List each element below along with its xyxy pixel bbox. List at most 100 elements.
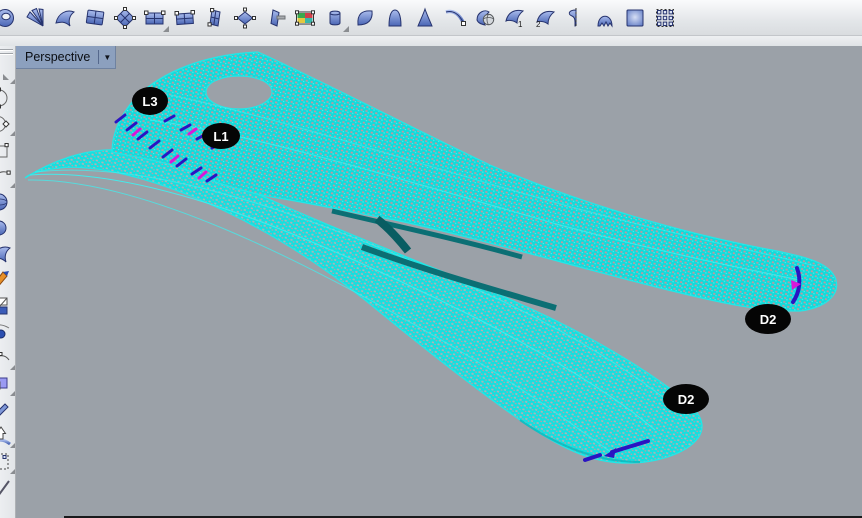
torus-icon [0,6,17,30]
toolbar-smooth-patch-button[interactable] [622,4,648,32]
plane-vertical-icon [203,6,227,30]
sidebar-ball-tool-button[interactable] [0,215,16,241]
toolbar-cone-loft-button[interactable] [412,4,438,32]
toolbar-extrude-curve-button[interactable] [352,4,378,32]
toolbar-corner-surface-button[interactable] [82,4,108,32]
svg-text:D2: D2 [760,312,777,327]
sphere-tool-icon [0,190,13,214]
toolbar-heightfield-image-button[interactable] [292,4,318,32]
top-toolbar [0,0,862,36]
viewport-title[interactable]: Perspective [16,50,98,64]
rectangle-tool-icon [0,138,13,162]
heightfield-image-icon [293,6,317,30]
svg-text:L3: L3 [142,94,157,109]
patch-tool-icon [0,242,13,266]
toolbar-plane-3pt-button[interactable] [172,4,198,32]
toolbar-revolve-button[interactable] [562,4,588,32]
svg-text:D2: D2 [678,392,695,407]
plane-points-icon [233,6,257,30]
sidebar-grip-handle[interactable] [0,49,13,55]
viewport-title-tab[interactable]: Perspective ▼ [16,46,116,69]
toolbar-point-grid-button[interactable] [652,4,678,32]
arc-tool-icon [0,164,13,188]
grid-tool-icon [0,450,13,474]
sidebar-point-tool-button[interactable] [0,319,16,345]
extrude-curve-icon [353,6,377,30]
flyout-stub-icon [0,60,13,84]
toolbar-cutplane-button[interactable] [262,4,288,32]
toolbar-curve-network-button[interactable] [112,4,138,32]
extrude-straight-icon [323,6,347,30]
layers-tool-icon [0,294,13,318]
toolbar-plane-vertical-button[interactable] [202,4,228,32]
corner-surface-icon [83,6,107,30]
sidebar-grid-tool-button[interactable] [0,449,16,475]
sidebar-flyout-stub-button[interactable] [0,59,16,85]
spray-icon [23,6,47,30]
sidebar-square-tool-button[interactable] [0,371,16,397]
rhino-app-window: { "viewport": { "title": "Perspective", … [0,0,862,518]
fin-tool-icon [0,268,13,292]
sweep-1-icon [503,6,527,30]
sidebar-circle-tool-button[interactable] [0,111,16,137]
point-grid-icon [653,6,677,30]
plane-3pt-icon [173,6,197,30]
point-tool-icon [0,320,13,344]
sidebar-layers-tool-button[interactable] [0,293,16,319]
toolbar-extrude-dome-button[interactable] [382,4,408,32]
ball-tool-icon [0,216,13,240]
sweep-2-icon [533,6,557,30]
ellipse-tool-icon [0,86,13,110]
label-D2-lower[interactable]: D2 [663,384,709,414]
toolbar-spray-button[interactable] [22,4,48,32]
toolbar-torus-button[interactable] [0,4,18,32]
circle-tool-icon [0,112,13,136]
toolbar-edge-surface-button[interactable] [52,4,78,32]
label-L3[interactable]: L3 [132,87,168,115]
toolbar-drape-button[interactable] [592,4,618,32]
pencil-tool-icon [0,398,13,422]
surface-upper-mesh[interactable] [112,52,837,311]
sidebar-buttons [0,59,15,501]
sidebar-arc-tool-button[interactable] [0,163,16,189]
curve-network-icon [113,6,137,30]
sidebar-sphere-tool-button[interactable] [0,189,16,215]
toolbar-sweep-1-button[interactable] [502,4,528,32]
square-tool-icon [0,372,13,396]
perspective-viewport[interactable]: Perspective ▼ [16,46,862,518]
drape-icon [593,6,617,30]
toolbar-extend-surface-button[interactable] [442,4,468,32]
extrude-dome-icon [383,6,407,30]
toolbar-plane-corner-button[interactable] [142,4,168,32]
toolbar-plane-points-button[interactable] [232,4,258,32]
scene-canvas[interactable]: L3 L1 D2 D2 [16,46,862,518]
edge-surface-icon [53,6,77,30]
sidebar-patch-tool-button[interactable] [0,241,16,267]
check-tool-icon [0,476,13,500]
toolbar-extrude-straight-button[interactable] [322,4,348,32]
dock-band [0,36,862,46]
surface-upper[interactable] [112,52,837,311]
label-D2-upper[interactable]: D2 [745,304,791,334]
sidebar-rectangle-tool-button[interactable] [0,137,16,163]
drape-ball-icon [473,6,497,30]
toolbar-sweep-2-button[interactable] [532,4,558,32]
sidebar-pull-tool-button[interactable] [0,423,16,449]
plane-corner-icon [143,6,167,30]
sidebar-ellipse-tool-button[interactable] [0,85,16,111]
revolve-icon [563,6,587,30]
cone-loft-icon [413,6,437,30]
arc-small-tool-icon [0,346,13,370]
cutplane-icon [263,6,287,30]
extend-surface-icon [443,6,467,30]
toolbar-drape-ball-button[interactable] [472,4,498,32]
sidebar-check-tool-button[interactable] [0,475,16,501]
svg-text:L1: L1 [213,129,228,144]
label-L1[interactable]: L1 [202,123,240,149]
sidebar-pencil-tool-button[interactable] [0,397,16,423]
sidebar-arc-small-tool-button[interactable] [0,345,16,371]
pull-tool-icon [0,424,13,448]
viewport-dropdown-icon[interactable]: ▼ [98,50,115,64]
left-sidebar [0,46,16,518]
sidebar-fin-tool-button[interactable] [0,267,16,293]
